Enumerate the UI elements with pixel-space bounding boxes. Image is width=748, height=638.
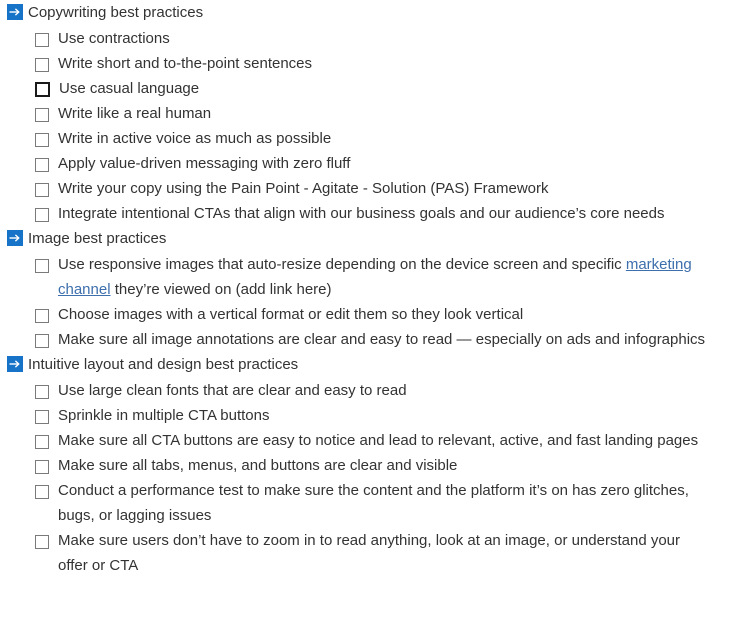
checklist-document: Copywriting best practices Use contractio… xyxy=(0,0,748,578)
checklist-item[interactable]: Apply value-driven messaging with zero f… xyxy=(0,151,748,176)
checkbox[interactable] xyxy=(35,334,49,348)
checkbox[interactable] xyxy=(35,485,49,499)
checkbox[interactable] xyxy=(35,208,49,222)
checklist-item-label: Write your copy using the Pain Point - A… xyxy=(58,180,549,197)
section-title: Image best practices xyxy=(28,230,167,247)
checklist-item[interactable]: Write your copy using the Pain Point - A… xyxy=(0,176,748,201)
checkbox[interactable] xyxy=(35,410,49,424)
checkbox[interactable] xyxy=(35,385,49,399)
checklist-section: Copywriting best practices Use contractio… xyxy=(0,0,748,226)
checkbox[interactable] xyxy=(35,158,49,172)
checkbox[interactable] xyxy=(35,82,50,97)
checklist-item-label: Make sure users don’t have to zoom in to… xyxy=(58,532,681,574)
checklist-section: Image best practices Use responsive image… xyxy=(0,226,748,352)
item-text-before-link: Use responsive images that auto-resize d… xyxy=(58,256,626,273)
checklist-item-label: Use responsive images that auto-resize d… xyxy=(58,252,712,302)
section-header: Image best practices xyxy=(0,226,748,252)
checklist-item-label: Conduct a performance test to make sure … xyxy=(58,482,689,524)
checklist-item-label: Make sure all tabs, menus, and buttons a… xyxy=(58,457,458,474)
checkbox[interactable] xyxy=(35,58,49,72)
checklist-item[interactable]: Use responsive images that auto-resize d… xyxy=(0,252,748,302)
checklist-item-label: Write in active voice as much as possibl… xyxy=(58,130,332,147)
section-title: Intuitive layout and design best practic… xyxy=(28,356,299,373)
checkbox[interactable] xyxy=(35,133,49,147)
checkbox[interactable] xyxy=(35,33,49,47)
checklist-item-label: Use large clean fonts that are clear and… xyxy=(58,382,407,399)
checklist-item[interactable]: Integrate intentional CTAs that align wi… xyxy=(0,201,748,226)
checkbox[interactable] xyxy=(35,309,49,323)
checklist-item[interactable]: Use large clean fonts that are clear and… xyxy=(0,378,748,403)
arrow-right-icon[interactable] xyxy=(7,230,23,246)
checklist-item-label: Sprinkle in multiple CTA buttons xyxy=(58,407,270,424)
checklist-item-label: Use contractions xyxy=(58,30,170,47)
checkbox[interactable] xyxy=(35,183,49,197)
checklist-item-label: Use casual language xyxy=(59,80,200,97)
checklist-item-label: Make sure all image annotations are clea… xyxy=(58,331,706,348)
checkbox[interactable] xyxy=(35,460,49,474)
checkbox[interactable] xyxy=(35,259,49,273)
checklist-item[interactable]: Use contractions xyxy=(0,26,748,51)
checklist-item-label: Make sure all CTA buttons are easy to no… xyxy=(58,432,699,449)
checkbox[interactable] xyxy=(35,108,49,122)
checklist-section: Intuitive layout and design best practic… xyxy=(0,352,748,578)
arrow-right-icon[interactable] xyxy=(7,356,23,372)
checkbox[interactable] xyxy=(35,435,49,449)
checklist-item-label: Write short and to-the-point sentences xyxy=(58,55,313,72)
section-header: Copywriting best practices xyxy=(0,0,748,26)
section-title: Copywriting best practices xyxy=(28,4,204,21)
checklist-item-label: Apply value-driven messaging with zero f… xyxy=(58,155,351,172)
checklist-item[interactable]: Make sure all tabs, menus, and buttons a… xyxy=(0,453,748,478)
item-text-after-link: they’re viewed on (add link here) xyxy=(110,281,332,298)
checklist-item[interactable]: Sprinkle in multiple CTA buttons xyxy=(0,403,748,428)
checklist-item[interactable]: Choose images with a vertical format or … xyxy=(0,302,748,327)
checklist-item-label: Integrate intentional CTAs that align wi… xyxy=(58,205,665,222)
arrow-right-icon[interactable] xyxy=(7,4,23,20)
checklist-item[interactable]: Write in active voice as much as possibl… xyxy=(0,126,748,151)
section-header: Intuitive layout and design best practic… xyxy=(0,352,748,378)
checklist-item-label: Choose images with a vertical format or … xyxy=(58,306,524,323)
checklist-item[interactable]: Make sure users don’t have to zoom in to… xyxy=(0,528,748,578)
checklist-item[interactable]: Conduct a performance test to make sure … xyxy=(0,478,748,528)
checklist-item[interactable]: Make sure all CTA buttons are easy to no… xyxy=(0,428,748,453)
checklist-item[interactable]: Use casual language xyxy=(0,76,748,101)
checklist-item[interactable]: Write short and to-the-point sentences xyxy=(0,51,748,76)
checklist-item[interactable]: Write like a real human xyxy=(0,101,748,126)
checklist-item-label: Write like a real human xyxy=(58,105,212,122)
checklist-item[interactable]: Make sure all image annotations are clea… xyxy=(0,327,748,352)
checkbox[interactable] xyxy=(35,535,49,549)
